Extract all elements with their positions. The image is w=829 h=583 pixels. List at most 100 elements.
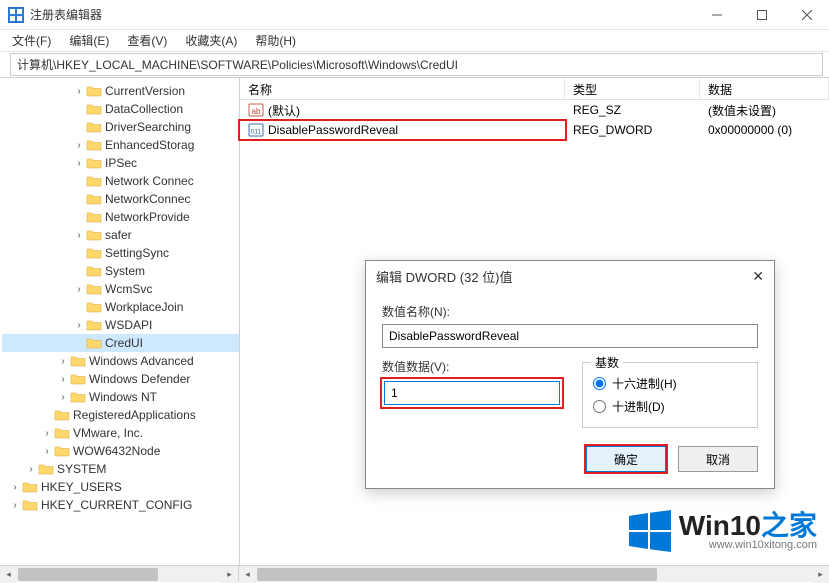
tree-node[interactable]: NetworkProvide	[2, 208, 239, 226]
cancel-button[interactable]: 取消	[678, 446, 758, 472]
tree-node[interactable]: DriverSearching	[2, 118, 239, 136]
minimize-button[interactable]	[694, 0, 739, 30]
expand-toggle-icon[interactable]: ›	[24, 464, 38, 475]
tree-node[interactable]: SettingSync	[2, 244, 239, 262]
cell-data: (数值未设置)	[700, 101, 829, 120]
scroll-right-arrow-icon[interactable]: ▸	[221, 566, 238, 583]
folder-icon	[70, 390, 86, 404]
tree-node-label: NetworkProvide	[105, 210, 190, 224]
tree-node[interactable]: › HKEY_USERS	[2, 478, 239, 496]
tree-node[interactable]: › CurrentVersion	[2, 82, 239, 100]
svg-text:011: 011	[251, 129, 262, 136]
binary-value-icon: 011	[248, 122, 264, 138]
tree-node[interactable]: NetworkConnec	[2, 190, 239, 208]
folder-icon	[70, 354, 86, 368]
folder-icon	[86, 102, 102, 116]
menu-favorites[interactable]: 收藏夹(A)	[179, 30, 243, 51]
tree-node[interactable]: ›WcmSvc	[2, 280, 239, 298]
radio-dec[interactable]: 十进制(D)	[593, 398, 747, 415]
tree-node-label: HKEY_USERS	[41, 480, 122, 494]
dialog-titlebar: 编辑 DWORD (32 位)值 ✕	[366, 261, 774, 291]
tree-node[interactable]: › SYSTEM	[2, 460, 239, 478]
address-path[interactable]: 计算机\HKEY_LOCAL_MACHINE\SOFTWARE\Policies…	[10, 53, 823, 76]
tree-node-label: SYSTEM	[57, 462, 106, 476]
expand-toggle-icon[interactable]: ›	[72, 140, 86, 151]
folder-icon	[86, 138, 102, 152]
close-button[interactable]	[784, 0, 829, 30]
expand-toggle-icon[interactable]: ›	[72, 230, 86, 241]
tree-node[interactable]: CredUI	[2, 334, 239, 352]
expand-toggle-icon[interactable]: ›	[56, 392, 70, 403]
tree-node[interactable]: System	[2, 262, 239, 280]
folder-icon	[86, 318, 102, 332]
dialog-close-icon[interactable]: ✕	[752, 268, 764, 285]
scroll-left-arrow-icon[interactable]: ◂	[0, 566, 17, 583]
base-groupbox: 基数 十六进制(H) 十进制(D)	[582, 362, 758, 428]
tree-node[interactable]: › WOW6432Node	[2, 442, 239, 460]
tree-node[interactable]: › safer	[2, 226, 239, 244]
tree-node-label: SettingSync	[105, 246, 169, 260]
header-data[interactable]: 数据	[700, 78, 829, 99]
base-legend: 基数	[591, 354, 623, 371]
tree-node[interactable]: ›HKEY_CURRENT_CONFIG	[2, 496, 239, 514]
menu-help[interactable]: 帮助(H)	[249, 30, 302, 51]
tree-node-label: CurrentVersion	[105, 84, 185, 98]
ok-button[interactable]: 确定	[586, 446, 666, 472]
value-name-field[interactable]	[382, 324, 758, 348]
tree-node-label: Windows Advanced	[89, 354, 194, 368]
list-row[interactable]: 011DisablePasswordRevealREG_DWORD0x00000…	[240, 120, 829, 140]
tree-node[interactable]: ›Windows NT	[2, 388, 239, 406]
scroll-thumb[interactable]	[18, 568, 158, 581]
horizontal-scrollbars: ◂ ▸ ◂ ▸	[0, 565, 829, 582]
tree-node-label: safer	[105, 228, 132, 242]
tree-node[interactable]: ›Windows Defender	[2, 370, 239, 388]
menubar: 文件(F) 编辑(E) 查看(V) 收藏夹(A) 帮助(H)	[0, 30, 829, 52]
cell-type: REG_DWORD	[565, 122, 700, 138]
scroll-thumb[interactable]	[257, 568, 657, 581]
tree-node[interactable]: ›EnhancedStorag	[2, 136, 239, 154]
folder-icon	[86, 174, 102, 188]
folder-icon	[86, 84, 102, 98]
expand-toggle-icon[interactable]: ›	[72, 284, 86, 295]
tree-node[interactable]: WorkplaceJoin	[2, 298, 239, 316]
tree-node-label: WorkplaceJoin	[105, 300, 183, 314]
menu-file[interactable]: 文件(F)	[6, 30, 57, 51]
tree-node-label: WOW6432Node	[73, 444, 160, 458]
tree-node[interactable]: ›WSDAPI	[2, 316, 239, 334]
radio-hex[interactable]: 十六进制(H)	[593, 375, 747, 392]
tree-node[interactable]: DataCollection	[2, 100, 239, 118]
tree-node-label: CredUI	[105, 336, 143, 350]
expand-toggle-icon[interactable]: ›	[72, 86, 86, 97]
maximize-button[interactable]	[739, 0, 784, 30]
menu-edit[interactable]: 编辑(E)	[63, 30, 115, 51]
expand-toggle-icon[interactable]: ›	[8, 482, 22, 493]
list-row[interactable]: ab(默认)REG_SZ(数值未设置)	[240, 100, 829, 120]
tree-node[interactable]: › Windows Advanced	[2, 352, 239, 370]
cell-data: 0x00000000 (0)	[700, 122, 829, 138]
tree-node[interactable]: ›IPSec	[2, 154, 239, 172]
expand-toggle-icon[interactable]: ›	[40, 446, 54, 457]
tree-node[interactable]: ›VMware, Inc.	[2, 424, 239, 442]
scroll-left-arrow-icon[interactable]: ◂	[239, 566, 256, 583]
header-type[interactable]: 类型	[565, 78, 700, 99]
cell-name: ab(默认)	[240, 101, 565, 120]
tree-node-label: RegisteredApplications	[73, 408, 196, 422]
folder-icon	[54, 444, 70, 458]
tree-node[interactable]: Network Connec	[2, 172, 239, 190]
header-name[interactable]: 名称	[240, 78, 565, 99]
folder-icon	[86, 120, 102, 134]
list-header: 名称 类型 数据	[240, 78, 829, 100]
dialog-title: 编辑 DWORD (32 位)值	[376, 267, 513, 286]
scroll-right-arrow-icon[interactable]: ▸	[812, 566, 829, 583]
tree-node[interactable]: RegisteredApplications	[2, 406, 239, 424]
expand-toggle-icon[interactable]: ›	[72, 320, 86, 331]
menu-view[interactable]: 查看(V)	[121, 30, 173, 51]
expand-toggle-icon[interactable]: ›	[56, 356, 70, 367]
tree-node-label: DataCollection	[105, 102, 183, 116]
value-data-field[interactable]	[384, 381, 560, 405]
expand-toggle-icon[interactable]: ›	[56, 374, 70, 385]
expand-toggle-icon[interactable]: ›	[72, 158, 86, 169]
expand-toggle-icon[interactable]: ›	[40, 428, 54, 439]
expand-toggle-icon[interactable]: ›	[8, 500, 22, 511]
tree-node-label: Network Connec	[105, 174, 194, 188]
